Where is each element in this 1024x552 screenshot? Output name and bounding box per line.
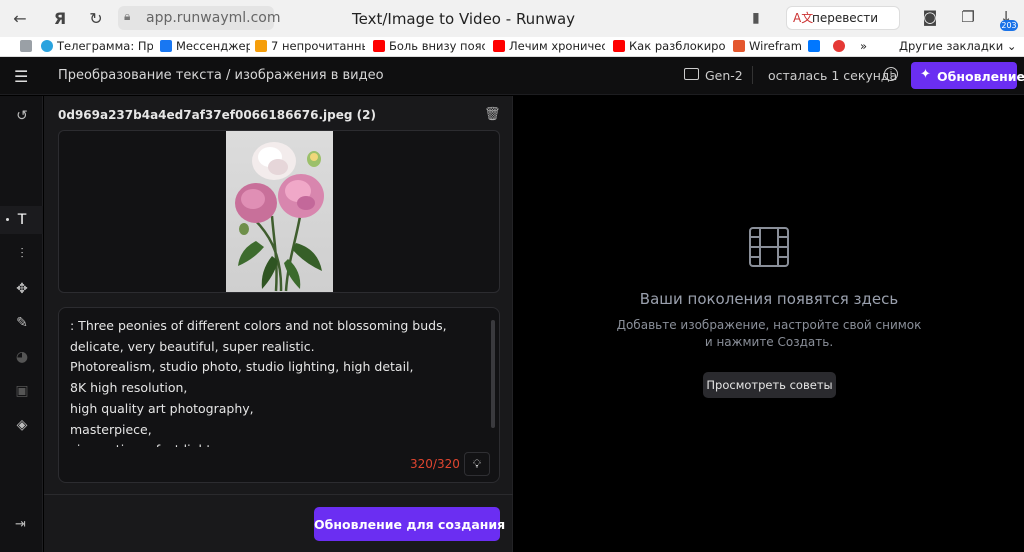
sliders-icon[interactable]: ⫶ — [13, 245, 31, 263]
other-bookmarks[interactable]: Другие закладки ⌄ — [899, 39, 1019, 55]
sparkle-icon: ✦ — [920, 67, 931, 82]
header-divider — [752, 66, 753, 84]
panel-divider — [44, 494, 513, 495]
reload-icon[interactable]: ↻ — [86, 9, 106, 29]
download-count-badge: 203 — [1000, 20, 1018, 31]
lock-icon: 🔒︎ — [124, 9, 131, 23]
tool-title: Преобразование текста / изображения в ви… — [58, 68, 384, 83]
text-tool-icon[interactable]: T — [13, 211, 31, 229]
bookmark-folder-icon[interactable] — [20, 39, 36, 55]
translate-icon: A文 — [793, 11, 814, 25]
credits-remaining: осталась 1 секунда — [768, 68, 898, 83]
film-icon — [748, 226, 790, 268]
bookmark-item[interactable]: Wirefram — [733, 39, 803, 55]
prompt-scrollbar[interactable] — [491, 320, 495, 428]
empty-state-title: Ваши поколения появятся здесь — [639, 290, 899, 308]
back-icon[interactable]: ← — [10, 9, 30, 29]
bookmark-item[interactable]: Телеграмма: При — [41, 39, 153, 55]
prompt-text[interactable]: : Three peonies of different colors and … — [70, 316, 488, 447]
menu-icon[interactable]: ☰ — [14, 67, 28, 86]
url-text[interactable]: app.runwayml.com — [146, 10, 281, 26]
active-indicator — [6, 218, 9, 221]
history-icon[interactable]: ↺ — [13, 107, 31, 125]
page-title: Text/Image to Video - Runway — [352, 10, 576, 28]
frame-icon[interactable]: ▣ — [13, 382, 31, 400]
brush-icon[interactable]: ✎ — [13, 314, 31, 332]
upgrade-label[interactable]: Обновление — [937, 69, 1024, 84]
maps-icon[interactable] — [833, 39, 849, 55]
info-icon[interactable]: i — [884, 67, 898, 81]
character-counter: 320/320 — [410, 457, 460, 471]
layers-icon[interactable]: ◈ — [13, 416, 31, 434]
create-button-label[interactable]: Обновление для создания — [314, 517, 505, 532]
bookmark-icon[interactable]: ▮ — [752, 10, 760, 26]
camera-icon[interactable]: ◙ — [920, 8, 940, 28]
view-tips-button[interactable]: Просмотреть советы — [703, 372, 836, 398]
empty-state-line1: Добавьте изображение, настройте свой сни… — [616, 318, 922, 332]
bookmarks-overflow[interactable]: » — [860, 39, 874, 55]
trash-icon[interactable]: 🗑︎ — [484, 107, 501, 122]
bookmark-item[interactable]: Как разблокиров — [613, 39, 725, 55]
camera-motion-icon[interactable]: ✥ — [13, 280, 31, 298]
collapse-icon[interactable]: ⇥ — [15, 517, 26, 532]
empty-state-line2: и нажмите Создать. — [704, 335, 834, 349]
uploaded-image — [226, 131, 333, 292]
lightbulb-icon[interactable]: 💡︎ — [464, 452, 490, 476]
image-filename: 0d969a237b4a4ed7af37ef0066186676.jpeg (2… — [58, 108, 376, 122]
collections-icon[interactable]: ❐ — [958, 8, 978, 28]
folder-icon[interactable] — [684, 68, 699, 80]
palette-icon[interactable]: ◕ — [13, 348, 31, 366]
model-label[interactable]: Gen-2 — [705, 68, 743, 83]
bookmark-item[interactable]: Лечим хроническ — [493, 39, 605, 55]
bookmark-item[interactable]: Мессенджер — [160, 39, 250, 55]
translate-label: перевести — [812, 11, 879, 25]
bookmark-item[interactable]: Боль внизу поясн — [373, 39, 485, 55]
bookmark-item[interactable]: 7 непрочитанных — [255, 39, 365, 55]
vk-icon[interactable] — [808, 39, 824, 55]
yandex-icon[interactable]: Я — [50, 9, 70, 29]
